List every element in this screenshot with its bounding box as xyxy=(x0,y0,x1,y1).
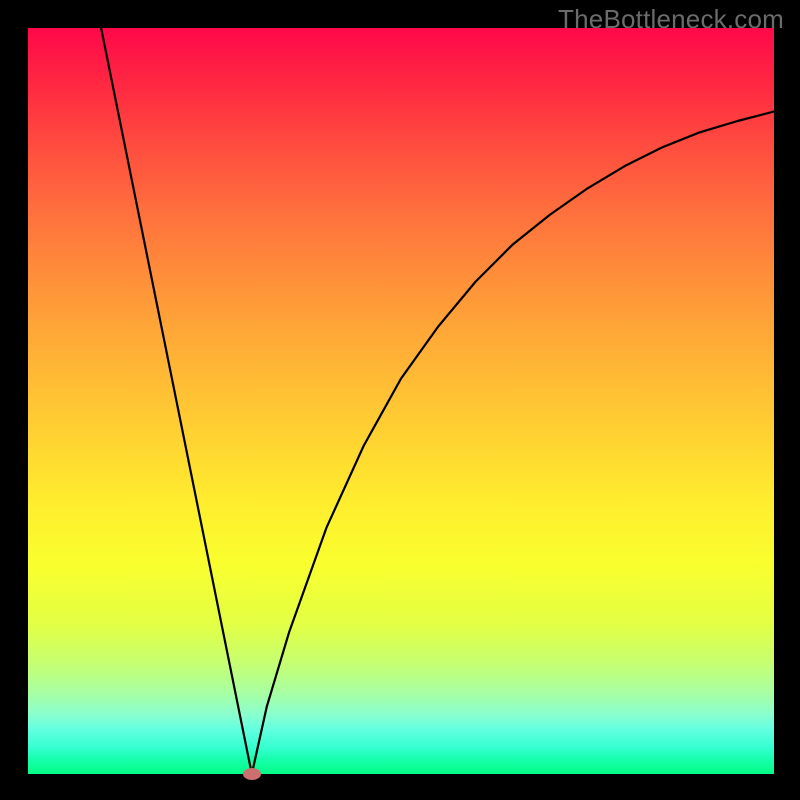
chart-frame: TheBottleneck.com xyxy=(0,0,800,800)
minimum-marker xyxy=(243,768,261,780)
bottleneck-curve xyxy=(28,28,774,774)
plot-area xyxy=(28,28,774,774)
